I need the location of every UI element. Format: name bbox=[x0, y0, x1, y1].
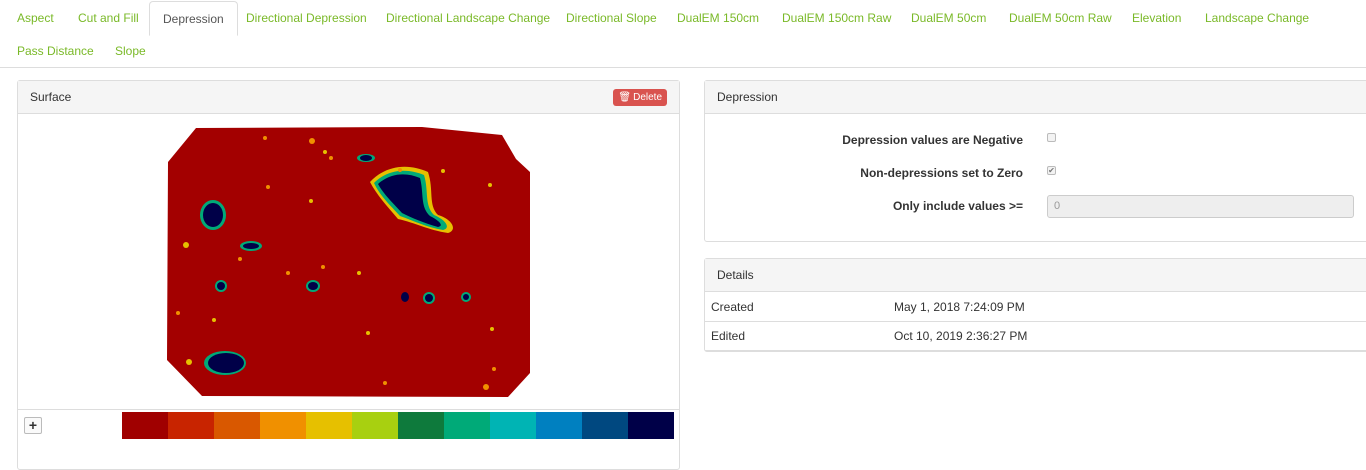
legend-swatch bbox=[582, 412, 628, 439]
depression-panel-heading: Depression bbox=[705, 81, 1366, 114]
tab-directional-landscape-change[interactable]: Directional Landscape Change bbox=[373, 1, 563, 35]
tab-bar: Aspect Cut and Fill Depression Direction… bbox=[0, 0, 1366, 68]
non-depressions-zero-label: Non-depressions set to Zero bbox=[860, 166, 1023, 180]
surface-panel: Surface 🗑 Delete + bbox=[17, 80, 680, 470]
details-panel: Details Created May 1, 2018 7:24:09 PM E… bbox=[704, 258, 1366, 352]
non-depressions-zero-checkbox[interactable]: ✔ bbox=[1047, 166, 1056, 175]
details-value: Oct 10, 2019 2:36:27 PM bbox=[894, 329, 1028, 343]
delete-button[interactable]: 🗑 Delete bbox=[613, 89, 667, 106]
tab-landscape-change[interactable]: Landscape Change bbox=[1192, 1, 1322, 35]
threshold-row: Only include values >= 0 bbox=[705, 195, 1365, 219]
surface-panel-heading: Surface 🗑 Delete bbox=[18, 81, 679, 114]
legend-swatch bbox=[398, 412, 444, 439]
details-key: Edited bbox=[711, 329, 746, 343]
non-depressions-zero-row: Non-depressions set to Zero ✔ bbox=[705, 162, 1365, 186]
legend-swatch bbox=[444, 412, 490, 439]
delete-button-label: Delete bbox=[633, 92, 662, 103]
depression-surface-image bbox=[167, 127, 530, 397]
legend-swatch bbox=[536, 412, 582, 439]
details-row-created: Created May 1, 2018 7:24:09 PM bbox=[705, 293, 1366, 322]
negative-values-checkbox[interactable] bbox=[1047, 133, 1056, 142]
tab-dualem-150cm-raw[interactable]: DualEM 150cm Raw bbox=[769, 1, 904, 35]
legend-swatch bbox=[306, 412, 352, 439]
details-row-edited: Edited Oct 10, 2019 2:36:27 PM bbox=[705, 322, 1366, 351]
tab-aspect[interactable]: Aspect bbox=[4, 1, 67, 35]
legend-swatch bbox=[628, 412, 674, 439]
tab-elevation[interactable]: Elevation bbox=[1119, 1, 1194, 35]
legend-swatches bbox=[122, 412, 674, 439]
threshold-label: Only include values >= bbox=[892, 199, 1023, 213]
tab-directional-slope[interactable]: Directional Slope bbox=[553, 1, 670, 35]
tab-slope[interactable]: Slope bbox=[102, 34, 159, 68]
zoom-in-button[interactable]: + bbox=[24, 417, 42, 434]
tab-pass-distance[interactable]: Pass Distance bbox=[4, 34, 107, 68]
depression-panel: Depression Depression values are Negativ… bbox=[704, 80, 1366, 242]
legend-swatch bbox=[214, 412, 260, 439]
details-panel-heading: Details bbox=[705, 259, 1366, 292]
legend-swatch bbox=[260, 412, 306, 439]
legend-swatch bbox=[352, 412, 398, 439]
details-value: May 1, 2018 7:24:09 PM bbox=[894, 300, 1025, 314]
surface-map[interactable] bbox=[18, 115, 678, 410]
legend-swatch bbox=[490, 412, 536, 439]
tab-cut-and-fill[interactable]: Cut and Fill bbox=[65, 1, 152, 35]
color-legend: + bbox=[18, 409, 679, 439]
legend-swatch bbox=[168, 412, 214, 439]
depression-panel-title: Depression bbox=[717, 90, 778, 104]
tab-directional-depression[interactable]: Directional Depression bbox=[233, 1, 380, 35]
details-panel-title: Details bbox=[717, 268, 754, 282]
surface-panel-title: Surface bbox=[30, 90, 72, 104]
trash-icon: 🗑 bbox=[618, 92, 632, 103]
legend-swatch bbox=[122, 412, 168, 439]
tab-depression[interactable]: Depression bbox=[149, 1, 238, 36]
negative-values-row: Depression values are Negative bbox=[705, 129, 1365, 153]
tab-dualem-50cm-raw[interactable]: DualEM 50cm Raw bbox=[996, 1, 1125, 35]
details-key: Created bbox=[711, 300, 754, 314]
negative-values-label: Depression values are Negative bbox=[842, 133, 1023, 147]
tab-dualem-150cm[interactable]: DualEM 150cm bbox=[664, 1, 772, 35]
tab-dualem-50cm[interactable]: DualEM 50cm bbox=[898, 1, 999, 35]
threshold-input[interactable]: 0 bbox=[1047, 195, 1354, 218]
